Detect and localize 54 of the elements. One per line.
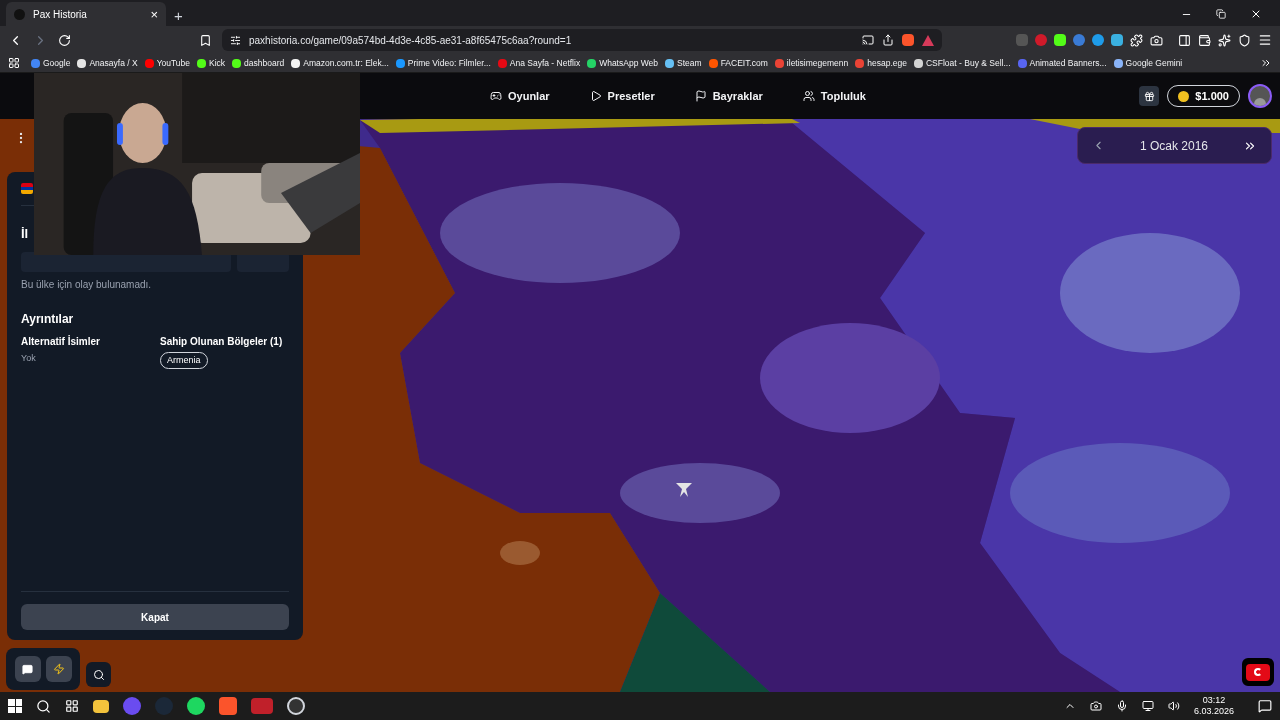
windows-icon[interactable] bbox=[8, 699, 22, 713]
bookmark-item[interactable]: Anasayfa / X bbox=[77, 56, 138, 70]
clock[interactable]: 03:12 6.03.2026 bbox=[1193, 695, 1234, 717]
shield-icon[interactable] bbox=[1238, 33, 1251, 47]
bookmark-item[interactable]: Kick bbox=[197, 56, 226, 70]
bookmark-item[interactable]: Google bbox=[31, 56, 71, 70]
bookmark-item[interactable]: Animated Banners... bbox=[1017, 56, 1107, 70]
bookmark-item[interactable]: dashboard bbox=[232, 56, 285, 70]
sparkle-icon[interactable] bbox=[1218, 33, 1231, 47]
url-text: paxhistoria.co/game/09a574bd-4d3e-4c85-ae31-a8f65475c6aa?round=1 bbox=[249, 33, 573, 48]
bookmark-item[interactable]: WhatsApp Web bbox=[587, 56, 659, 70]
puzzle-icon[interactable] bbox=[1130, 33, 1143, 47]
globe-icon bbox=[14, 8, 25, 20]
network-icon[interactable] bbox=[1141, 700, 1154, 712]
more-bookmarks-icon[interactable] bbox=[1260, 57, 1272, 69]
tab-close-button[interactable]: × bbox=[150, 7, 158, 21]
camera-icon[interactable] bbox=[1089, 700, 1102, 712]
bookmark-item[interactable]: YouTube bbox=[144, 56, 191, 70]
reload-icon[interactable] bbox=[58, 33, 71, 47]
bookmark-item[interactable]: hesap.ege bbox=[855, 56, 907, 70]
restore-icon[interactable] bbox=[1216, 9, 1226, 19]
bookmark-item[interactable]: CSFloat - Buy & Sell... bbox=[914, 56, 1011, 70]
app-icon[interactable] bbox=[287, 697, 305, 715]
app-icon[interactable] bbox=[187, 697, 205, 715]
sidebar-icon[interactable] bbox=[1178, 33, 1191, 47]
new-tab-button[interactable]: + bbox=[174, 8, 183, 23]
menu-icon[interactable] bbox=[1258, 33, 1272, 47]
microphone-icon[interactable] bbox=[1115, 700, 1128, 712]
bookmark-item[interactable]: iletisimegemenn bbox=[774, 56, 849, 70]
bookmark-item[interactable]: Prime Video: Filmler... bbox=[395, 56, 491, 70]
notifications-icon[interactable] bbox=[1258, 699, 1272, 713]
folder-icon[interactable] bbox=[93, 699, 109, 713]
close-icon[interactable] bbox=[1250, 8, 1262, 20]
browser-tab[interactable]: Pax Historia × bbox=[6, 2, 166, 26]
share-icon[interactable] bbox=[882, 34, 894, 46]
extension-icon[interactable] bbox=[1111, 34, 1123, 46]
bookmark-item[interactable]: FACEIT.com bbox=[708, 56, 768, 70]
extension-icon[interactable] bbox=[1092, 34, 1104, 46]
cast-icon[interactable] bbox=[862, 34, 874, 46]
bookmark-item[interactable]: Google Gemini bbox=[1113, 56, 1183, 70]
wallet-icon[interactable] bbox=[1198, 33, 1211, 47]
apps-icon[interactable] bbox=[8, 57, 20, 69]
bookmark-icon[interactable] bbox=[199, 33, 212, 47]
bookmark-item[interactable]: Amazon.com.tr: Elek... bbox=[291, 56, 389, 70]
search-icon[interactable] bbox=[36, 698, 51, 714]
camera-icon[interactable] bbox=[1150, 33, 1163, 47]
volume-icon[interactable] bbox=[1167, 700, 1180, 712]
bookmark-item[interactable]: Steam bbox=[665, 56, 702, 70]
address-bar[interactable]: paxhistoria.co/game/09a574bd-4d3e-4c85-ae31-a8f65475c6aa?round=1 bbox=[222, 29, 942, 51]
extension-icon[interactable] bbox=[1054, 34, 1066, 46]
tab-title: Pax Historia bbox=[33, 7, 88, 22]
bookmark-item[interactable]: Ana Sayfa - Netflix bbox=[497, 56, 581, 70]
site-settings-icon[interactable] bbox=[230, 34, 241, 46]
task-view-icon[interactable] bbox=[65, 699, 79, 713]
